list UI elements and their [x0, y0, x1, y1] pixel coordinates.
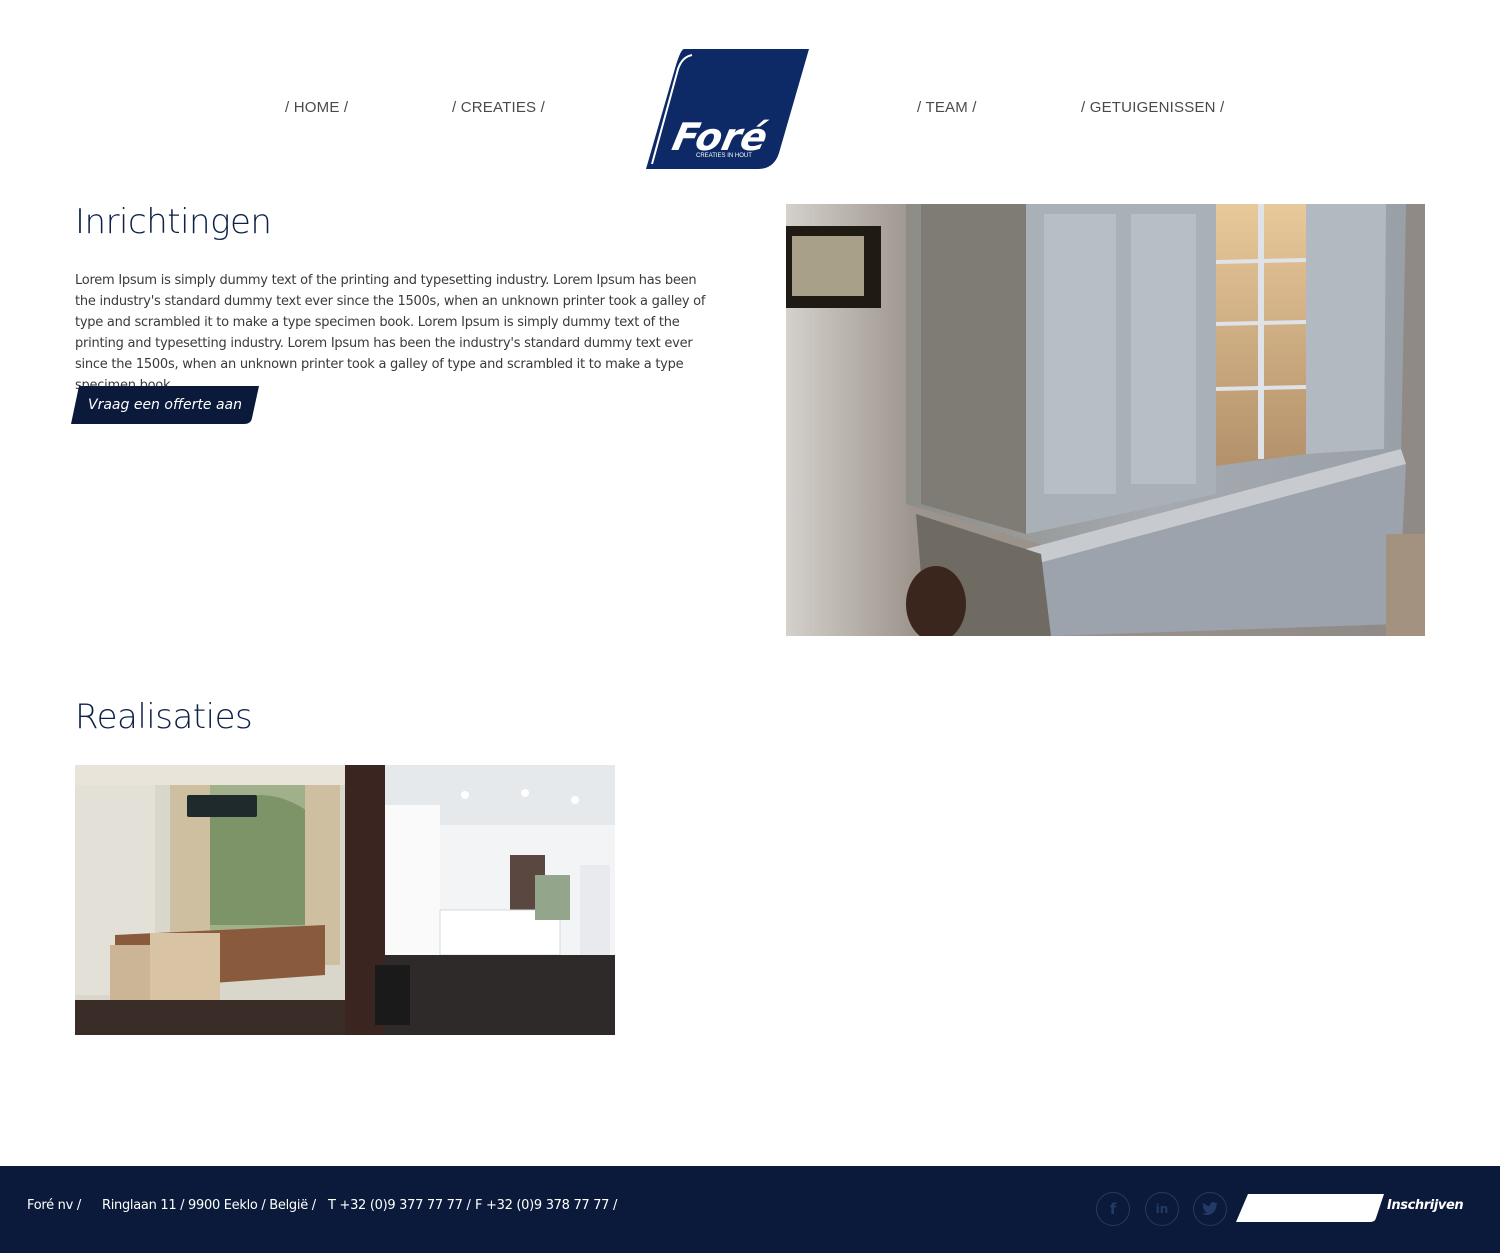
nav-team[interactable]: / TEAM / — [917, 99, 977, 116]
nav-creaties[interactable]: / CREATIES / — [452, 99, 545, 116]
page-title: Inrichtingen — [75, 202, 272, 242]
realisaties-title: Realisaties — [75, 697, 253, 737]
realisatie-reception[interactable] — [345, 765, 615, 1035]
footer: Foré nv / Ringlaan 11 / 9900 Eeklo / Bel… — [0, 1166, 1500, 1253]
twitter-icon[interactable] — [1193, 1192, 1227, 1226]
newsletter-email-input[interactable] — [1250, 1197, 1368, 1219]
facebook-icon[interactable]: f — [1096, 1192, 1130, 1226]
quote-request-label: Vraag een offerte aan — [88, 397, 242, 413]
footer-company: Foré nv / — [27, 1198, 81, 1213]
intro-paragraph: Lorem Ipsum is simply dummy text of the … — [75, 273, 706, 393]
footer-fax: F +32 (0)9 378 77 77 / — [475, 1198, 618, 1213]
nav-getuigenissen[interactable]: / GETUIGENISSEN / — [1081, 99, 1224, 116]
nav-home[interactable]: / HOME / — [285, 99, 348, 116]
fore-logo[interactable]: Foré CREATIES IN HOUT — [646, 49, 810, 170]
footer-phone[interactable]: T +32 (0)9 377 77 77 / — [328, 1198, 471, 1213]
quote-request-button[interactable]: Vraag een offerte aan — [71, 386, 259, 424]
logo-tagline: CREATIES IN HOUT — [696, 153, 752, 159]
realisatie-dining-room[interactable] — [75, 765, 345, 1035]
subscribe-button[interactable]: Inschrijven — [1387, 1198, 1464, 1213]
cabinet-photo — [786, 204, 1425, 636]
footer-address: Ringlaan 11 / 9900 Eeklo / België / — [102, 1198, 316, 1213]
newsletter-field[interactable] — [1236, 1194, 1386, 1222]
linkedin-icon[interactable]: in — [1145, 1192, 1179, 1226]
